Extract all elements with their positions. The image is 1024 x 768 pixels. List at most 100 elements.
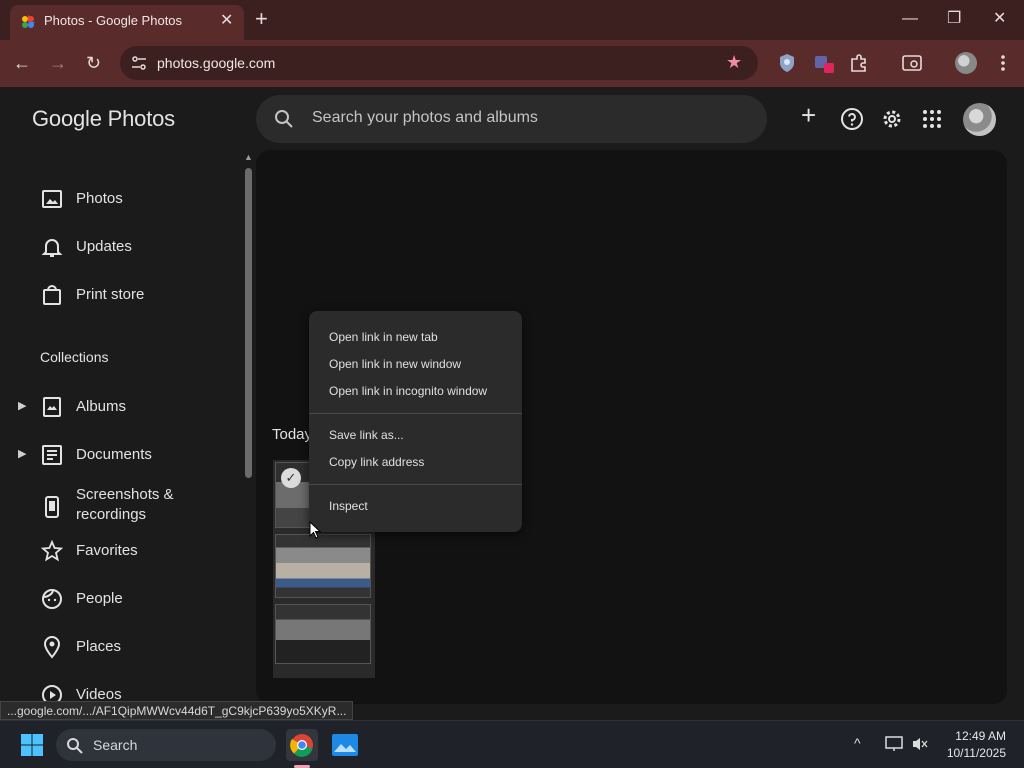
context-menu: Open link in new tab Open link in new wi…: [309, 311, 522, 532]
document-icon: [42, 445, 62, 465]
apps-grid-icon[interactable]: [920, 107, 944, 131]
bookmark-star-icon[interactable]: ★: [726, 52, 742, 73]
video-icon: [42, 685, 62, 702]
menu-separator: [309, 484, 522, 485]
reload-button[interactable]: ↻: [86, 52, 101, 74]
browser-tab-strip: Photos - Google Photos ✕ + — ❐ ✕: [0, 0, 1024, 40]
windows-start-icon[interactable]: [20, 733, 44, 757]
menu-item-inspect[interactable]: Inspect: [309, 494, 522, 520]
tab-search-icon[interactable]: [901, 52, 923, 74]
screenshot-tile: [275, 534, 371, 598]
shield-extension-icon[interactable]: [776, 52, 798, 74]
menu-item-label: Copy link address: [329, 455, 425, 469]
menu-item-label: Save link as...: [329, 428, 404, 442]
sidebar-item-people[interactable]: People: [0, 577, 240, 621]
sidebar-item-photos[interactable]: Photos: [0, 177, 240, 221]
chrome-taskbar-icon[interactable]: [286, 729, 318, 761]
volume-muted-icon[interactable]: [912, 736, 928, 752]
menu-item-open-incognito[interactable]: Open link in incognito window: [309, 379, 522, 405]
sidebar-item-label: Updates: [76, 238, 132, 255]
search-icon: [275, 110, 293, 128]
star-icon: [40, 539, 64, 562]
help-icon[interactable]: [840, 107, 864, 131]
site-info-icon[interactable]: [130, 54, 148, 72]
sidebar-item-label: Favorites: [76, 542, 138, 559]
sidebar-item-favorites[interactable]: Favorites: [0, 529, 240, 573]
address-bar[interactable]: photos.google.com ★: [120, 46, 758, 80]
photos-search-bar[interactable]: Search your photos and albums: [256, 95, 767, 143]
sidebar-item-videos[interactable]: Videos: [0, 673, 240, 702]
network-icon[interactable]: [885, 736, 903, 752]
taskbar-clock-time[interactable]: 12:49 AM: [940, 729, 1006, 743]
windows-taskbar: Search ^ 12:49 AM 10/11/2025: [0, 720, 1024, 768]
sidebar-item-label: Photos: [76, 190, 123, 207]
expand-caret-icon[interactable]: ▶: [18, 399, 26, 412]
teams-extension-icon[interactable]: [813, 52, 835, 74]
sidebar-item-places[interactable]: Places: [0, 625, 240, 669]
browser-tab-active[interactable]: Photos - Google Photos ✕: [10, 5, 244, 40]
bell-icon: [41, 239, 63, 257]
select-check-icon[interactable]: ✓: [281, 468, 301, 488]
tab-title: Photos - Google Photos: [44, 13, 183, 28]
expand-caret-icon[interactable]: ▶: [18, 447, 26, 460]
google-photos-logo[interactable]: Google Photos: [32, 106, 175, 132]
menu-item-save-link[interactable]: Save link as...: [309, 423, 522, 449]
url-text: photos.google.com: [157, 55, 276, 71]
show-hidden-icons-caret[interactable]: ^: [854, 735, 861, 751]
tab-close-icon[interactable]: ✕: [220, 12, 233, 30]
sidebar-item-screenshots[interactable]: Screenshots & recordings: [0, 481, 240, 533]
sidebar-item-label: Videos: [76, 686, 122, 702]
screenshot-tile: [275, 604, 371, 664]
settings-gear-icon[interactable]: [880, 107, 904, 131]
face-icon: [42, 589, 62, 609]
scroll-up-arrow-icon[interactable]: ▲: [244, 152, 253, 162]
sidebar-item-label: Screenshots & recordings: [76, 486, 174, 523]
google-photos-favicon-icon: [22, 15, 35, 28]
menu-item-label: Open link in new window: [329, 357, 462, 371]
sidebar-item-label: Documents: [76, 446, 152, 463]
back-button[interactable]: ←: [13, 52, 31, 74]
restore-button[interactable]: ❐: [947, 8, 961, 30]
chrome-menu-icon[interactable]: [992, 52, 1014, 74]
sidebar-item-label: Albums: [76, 398, 127, 415]
menu-item-open-new-tab[interactable]: Open link in new tab: [309, 325, 522, 351]
menu-separator: [309, 413, 522, 414]
photo-icon: [42, 190, 62, 208]
collections-heading: Collections: [40, 349, 109, 365]
browser-toolbar: ← → ↻ photos.google.com ★: [0, 40, 1024, 87]
scroll-thumb[interactable]: [245, 168, 252, 478]
menu-item-label: Open link in new tab: [329, 330, 438, 344]
taskbar-search-label: Search: [93, 737, 138, 753]
sidebar-item-albums[interactable]: ▶ Albums: [0, 385, 240, 429]
location-pin-icon: [43, 636, 61, 659]
menu-item-open-new-window[interactable]: Open link in new window: [309, 352, 522, 378]
menu-item-copy-link[interactable]: Copy link address: [309, 450, 522, 476]
new-tab-button[interactable]: +: [255, 7, 268, 31]
photos-sidebar: Photos Updates Print store Collections ▶…: [0, 150, 240, 702]
album-icon: [43, 397, 61, 417]
taskbar-clock-date[interactable]: 10/11/2025: [930, 746, 1006, 760]
status-bar-link-preview: ...google.com/.../AF1QipMWWcv44d6T_gC9kj…: [0, 701, 354, 720]
search-icon: [67, 738, 83, 754]
account-avatar[interactable]: [963, 103, 996, 136]
minimize-button[interactable]: —: [902, 8, 918, 30]
forward-button[interactable]: →: [49, 52, 67, 74]
sidebar-item-documents[interactable]: ▶ Documents: [0, 433, 240, 477]
profile-avatar-icon[interactable]: [955, 52, 977, 74]
menu-item-label: Open link in incognito window: [329, 384, 488, 398]
create-add-button[interactable]: +: [801, 101, 825, 129]
mouse-cursor-icon: [309, 521, 321, 539]
sidebar-item-print-store[interactable]: Print store: [0, 273, 240, 317]
menu-item-label: Inspect: [329, 499, 368, 513]
sidebar-item-label: People: [76, 590, 123, 607]
photos-header: Google Photos Search your photos and alb…: [0, 87, 1024, 150]
phone-icon: [45, 496, 59, 518]
sidebar-scrollbar[interactable]: ▲: [243, 150, 253, 702]
extensions-puzzle-icon[interactable]: [848, 52, 870, 74]
sidebar-item-label: Print store: [76, 286, 145, 303]
close-window-button[interactable]: ✕: [993, 8, 1006, 30]
photos-app-taskbar-icon[interactable]: [332, 734, 358, 756]
shopping-bag-icon: [43, 285, 61, 305]
sidebar-item-updates[interactable]: Updates: [0, 225, 240, 269]
taskbar-search-box[interactable]: Search: [56, 729, 276, 761]
